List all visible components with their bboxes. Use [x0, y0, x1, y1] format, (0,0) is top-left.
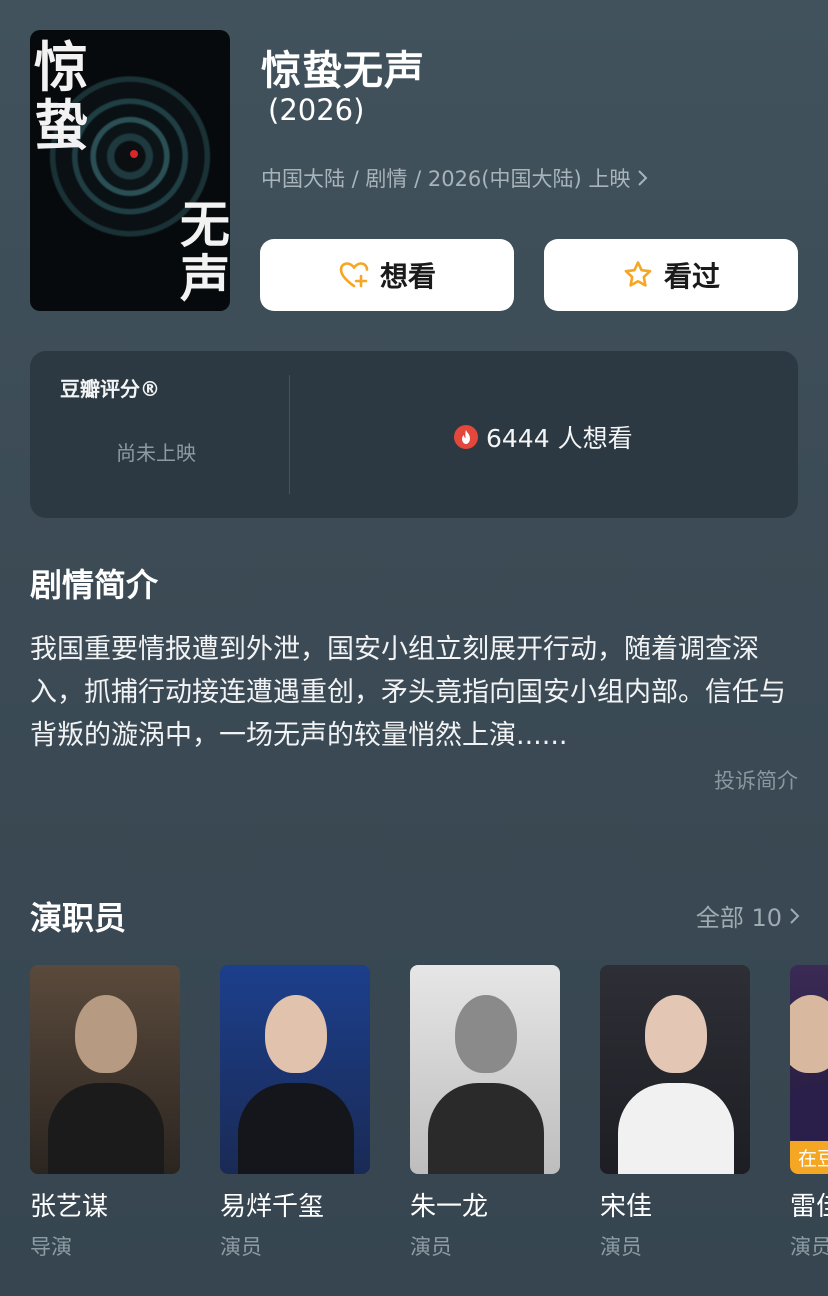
cast-all-label: 全部 10 [695, 904, 782, 932]
rating-card: 豆瓣评分® 尚未上映 6444 人想看 [30, 351, 798, 518]
cast-name: 易烊千玺 [220, 1192, 325, 1222]
cast-title: 演职员 [30, 899, 127, 937]
movie-meta-link[interactable]: 中国大陆 / 剧情 / 2026(中国大陆) 上映 [261, 163, 650, 193]
cast-member[interactable]: 宋佳 演员 [600, 965, 750, 1261]
synopsis-text: 我国重要情报遭到外泄，国安小组立刻展开行动，随着调查深入，抓捕行动接连遭遇重创，… [30, 634, 786, 751]
rating-label: 豆瓣评分® [60, 377, 160, 401]
cast-member[interactable]: 在豆 雷佳 演员 [790, 965, 828, 1261]
cast-member[interactable]: 易烊千玺 演员 [220, 965, 370, 1261]
poster-title-text-1: 惊蛰 [34, 35, 88, 157]
watched-button[interactable]: 看过 [544, 239, 798, 311]
rating-divider [289, 375, 290, 494]
chevron-right-icon [790, 907, 800, 924]
status-badge: 在豆 [790, 1141, 828, 1174]
chevron-right-icon [638, 170, 648, 186]
movie-year: (2026) [268, 93, 365, 127]
movie-title: 惊蛰无声 [261, 48, 425, 94]
report-synopsis-link[interactable]: 投诉简介 [714, 765, 798, 795]
cast-name: 朱一龙 [410, 1192, 489, 1222]
want-count-text: 6444 人想看 [486, 424, 633, 453]
cast-role: 演员 [790, 1235, 828, 1259]
movie-meta-text: 中国大陆 / 剧情 / 2026(中国大陆) 上映 [261, 167, 631, 191]
cast-name: 雷佳 [790, 1192, 828, 1222]
avatar [220, 965, 370, 1174]
want-count: 6444 人想看 [454, 419, 633, 455]
rating-status: 尚未上映 [116, 441, 196, 465]
star-icon [624, 261, 652, 287]
cast-role: 演员 [600, 1235, 642, 1259]
movie-poster[interactable]: 惊蛰 无声 [30, 30, 230, 311]
synopsis-title: 剧情简介 [30, 566, 159, 604]
cast-role: 演员 [410, 1235, 452, 1259]
avatar [600, 965, 750, 1174]
poster-title-text-2: 无声 [180, 195, 230, 308]
cast-name: 宋佳 [600, 1192, 653, 1222]
cast-name: 张艺谋 [30, 1192, 109, 1222]
cast-all-link[interactable]: 全部 10 [696, 898, 802, 933]
want-to-watch-label: 想看 [379, 260, 436, 293]
avatar [410, 965, 560, 1174]
poster-red-dot [130, 150, 138, 158]
cast-role: 导演 [30, 1235, 72, 1259]
avatar [30, 965, 180, 1174]
cast-role: 演员 [220, 1235, 262, 1259]
cast-member[interactable]: 朱一龙 演员 [410, 965, 560, 1261]
cast-member[interactable]: 张艺谋 导演 [30, 965, 180, 1261]
avatar: 在豆 [790, 965, 828, 1174]
watched-label: 看过 [663, 260, 720, 293]
heart-plus-icon [339, 262, 369, 288]
want-to-watch-button[interactable]: 想看 [260, 239, 514, 311]
fire-icon [454, 425, 478, 449]
